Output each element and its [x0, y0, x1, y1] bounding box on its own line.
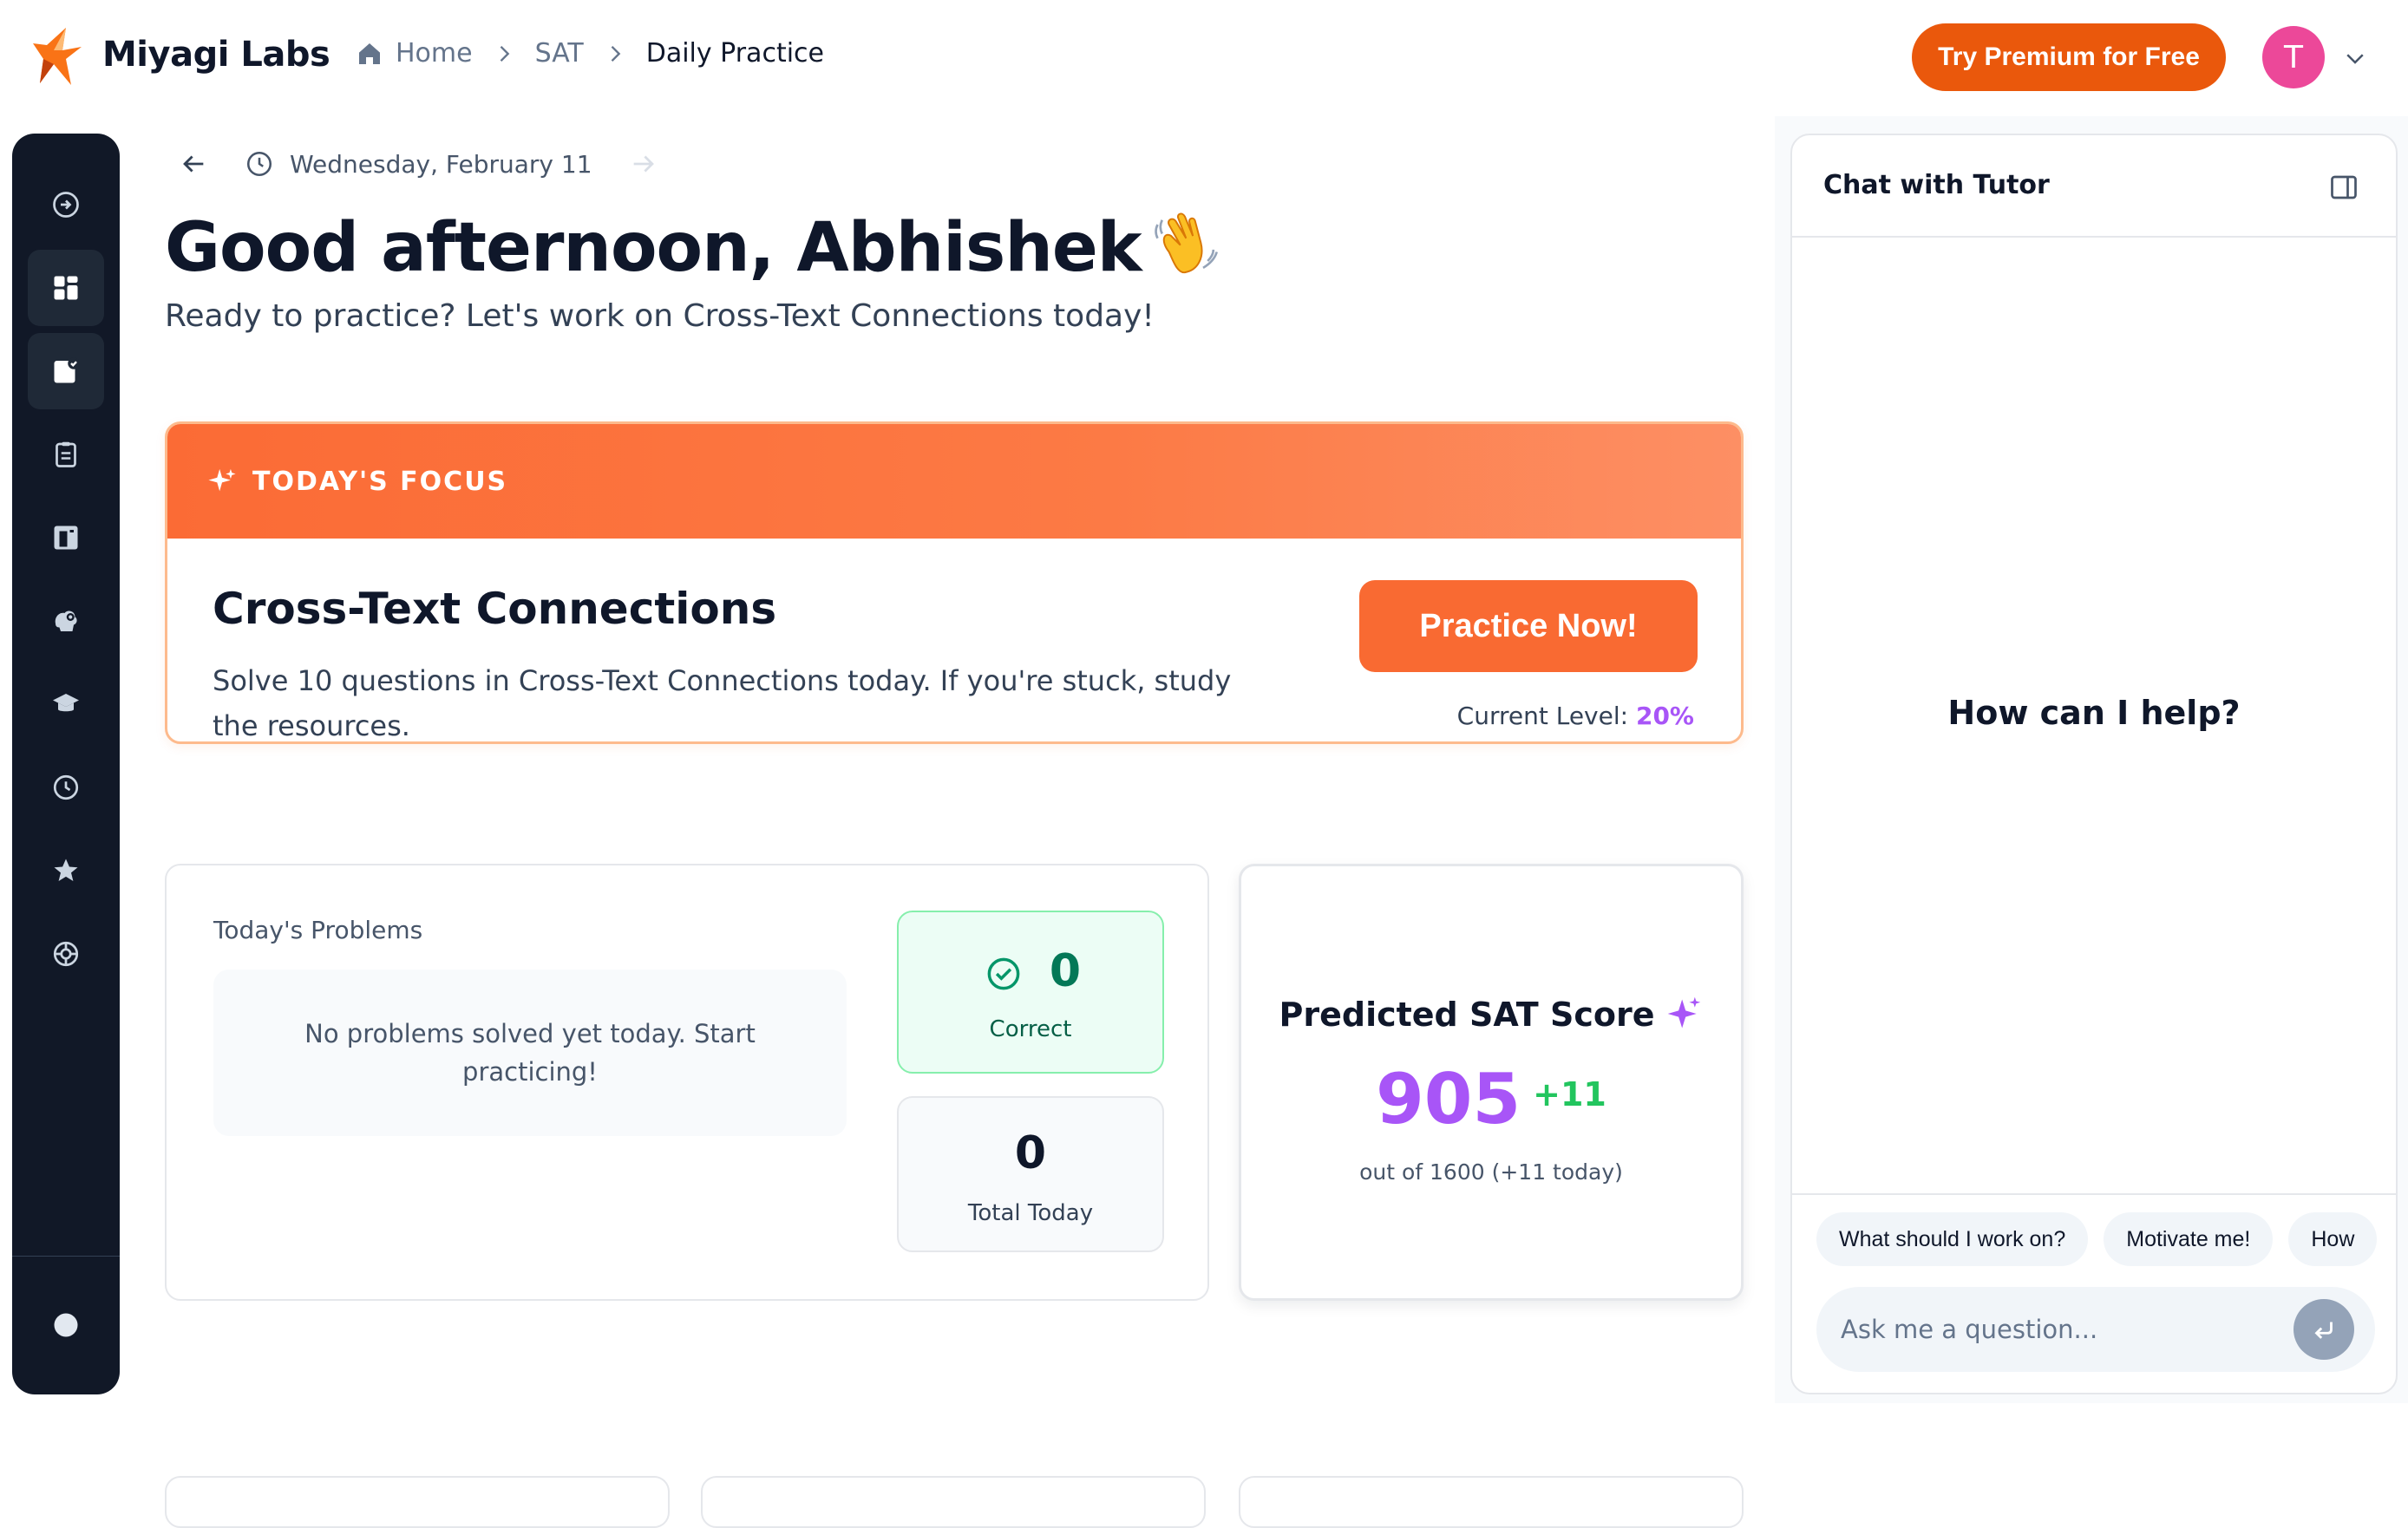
sat-title: Predicted SAT Score: [1241, 995, 1741, 1034]
problems-label: Today's Problems: [213, 916, 423, 944]
chevron-right-icon: [611, 45, 621, 62]
star-icon: [54, 859, 78, 881]
avatar[interactable]: T: [2262, 26, 2325, 88]
focus-description: Solve 10 questions in Cross-Text Connect…: [213, 664, 1232, 742]
total-count: 0: [1014, 1127, 1047, 1179]
sat-title-text: Predicted SAT Score: [1279, 996, 1655, 1034]
sat-score-value: 905: [1376, 1059, 1521, 1139]
graduation-cap-icon: [53, 694, 79, 712]
theme-toggle-button[interactable]: [28, 1287, 104, 1363]
chat-panel: Chat with Tutor How can I help? What sho…: [1790, 134, 2398, 1394]
sidebar-item-history[interactable]: [28, 749, 104, 826]
summary-card: [1239, 1476, 1744, 1528]
lifebuoy-icon: [53, 941, 79, 967]
correct-stat: 0 Correct: [897, 911, 1164, 1074]
todays-problems-card: Today's Problems No problems solved yet …: [165, 864, 1209, 1301]
breadcrumb-current: Daily Practice: [645, 38, 824, 69]
focus-title: Cross-Text Connections: [213, 584, 777, 634]
sidebar-item-dashboard[interactable]: [28, 250, 104, 326]
sidebar-item-lessons[interactable]: [28, 500, 104, 576]
current-date: Wednesday, February 11: [290, 149, 592, 179]
try-premium-button[interactable]: Try Premium for Free: [1912, 23, 2226, 91]
sidebar-divider: [12, 1256, 120, 1257]
suggestion-chip[interactable]: What should I work on?: [1816, 1212, 2089, 1266]
sat-score: 905 +11: [1241, 1059, 1741, 1139]
clock-icon: [246, 151, 272, 177]
correct-count: 0: [1049, 945, 1082, 997]
chat-input[interactable]: [1816, 1287, 2375, 1372]
empty-problems-message: No problems solved yet today. Start prac…: [213, 970, 847, 1136]
waving-hand-icon: [1154, 212, 1218, 274]
chat-header: Chat with Tutor: [1792, 135, 2396, 238]
clipboard-icon: [56, 441, 76, 467]
current-level: Current Level: 20%: [1457, 702, 1694, 730]
suggestion-chips: What should I work on? Motivate me! How: [1816, 1212, 2392, 1266]
sidebar-item-courses[interactable]: [28, 666, 104, 742]
top-bar: Miyagi Labs Home SAT Daily Practice Try …: [0, 0, 2408, 116]
focus-header: TODAY'S FOCUS: [167, 424, 1741, 539]
practice-now-button[interactable]: Practice Now!: [1359, 580, 1698, 672]
sparkle-icon: [208, 468, 236, 492]
sidebar-item-ai-tutor[interactable]: [28, 583, 104, 659]
sparkle-icon: [1668, 996, 1701, 1028]
chevron-down-icon[interactable]: [2342, 45, 2368, 71]
sidebar-item-help[interactable]: [28, 916, 104, 992]
expand-icon: [53, 192, 79, 218]
breadcrumb-sat[interactable]: SAT: [535, 38, 584, 69]
current-level-label: Current Level:: [1456, 702, 1629, 730]
book-icon: [54, 526, 78, 550]
chevron-right-icon: [500, 45, 509, 62]
sat-score-delta: +11: [1533, 1075, 1606, 1113]
panel-toggle-icon[interactable]: [2328, 172, 2359, 203]
sidebar-item-daily-practice[interactable]: [28, 333, 104, 409]
greeting-heading: Good afternoon, Abhishek: [165, 206, 1221, 287]
correct-label: Correct: [989, 1016, 1072, 1042]
greeting-subtitle: Ready to practice? Let's work on Cross-T…: [165, 298, 1155, 334]
chat-divider: [1792, 1193, 2396, 1195]
sidebar-expand-button[interactable]: [28, 167, 104, 243]
current-level-value: 20%: [1635, 702, 1694, 730]
chat-title: Chat with Tutor: [1823, 170, 2050, 200]
logo-icon[interactable]: [28, 24, 85, 87]
sidebar-item-tests[interactable]: [28, 416, 104, 493]
suggestion-chip[interactable]: Motivate me!: [2104, 1212, 2274, 1266]
suggestion-chip[interactable]: How: [2288, 1212, 2378, 1266]
arrow-right-icon[interactable]: [629, 149, 658, 179]
date-navigator: Wednesday, February 11: [179, 149, 658, 179]
focus-header-label: TODAY'S FOCUS: [252, 466, 508, 497]
send-button[interactable]: [2293, 1299, 2354, 1360]
summary-card: [165, 1476, 670, 1528]
main-content: Wednesday, February 11 Good afternoon, A…: [134, 116, 1773, 1528]
breadcrumb-home[interactable]: Home: [396, 38, 473, 69]
total-today-stat: 0 Total Today: [897, 1096, 1164, 1252]
enter-icon: [2314, 1322, 2333, 1339]
dashboard-icon: [54, 276, 78, 300]
sat-score-subtitle: out of 1600 (+11 today): [1359, 1159, 1623, 1185]
daily-practice-icon: [54, 357, 80, 383]
breadcrumb: Home SAT Daily Practice: [356, 38, 824, 69]
home-icon: [359, 42, 380, 64]
sidebar-item-favorites[interactable]: [28, 833, 104, 909]
arrow-left-icon[interactable]: [179, 149, 208, 179]
chat-empty-prompt: How can I help?: [1947, 694, 2241, 732]
todays-focus-card: TODAY'S FOCUS Cross-Text Connections Sol…: [165, 421, 1744, 744]
theme-toggle-icon: [54, 1313, 78, 1337]
predicted-sat-card: Predicted SAT Score 905 +11 out of 1600 (…: [1239, 864, 1744, 1301]
clock-icon: [53, 774, 79, 800]
greeting-text: Good afternoon, Abhishek: [165, 209, 1142, 287]
app-name[interactable]: Miyagi Labs: [102, 35, 330, 75]
brain-icon: [55, 611, 77, 631]
sidebar: [12, 134, 120, 1394]
summary-card: [701, 1476, 1206, 1528]
total-label: Total Today: [967, 1200, 1094, 1226]
